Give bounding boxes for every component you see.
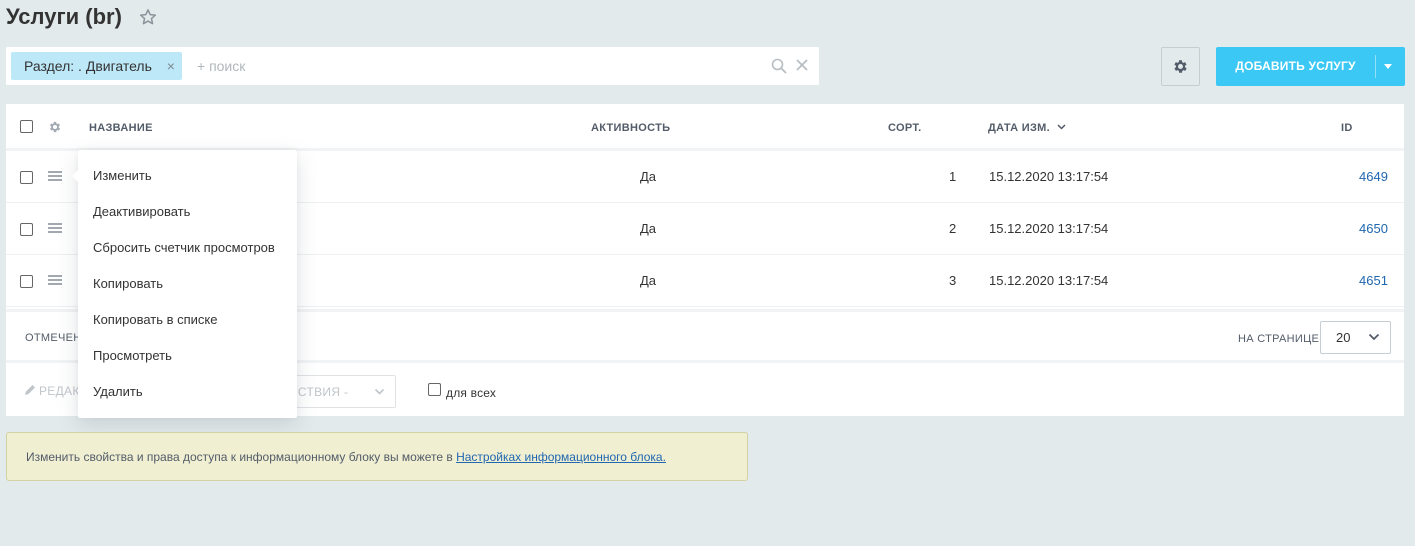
- info-text: Изменить свойства и права доступа к инфо…: [26, 450, 666, 464]
- settings-button[interactable]: [1161, 47, 1200, 86]
- menu-item-deactivate[interactable]: Деактивировать: [93, 204, 190, 219]
- per-page-value: 20: [1336, 330, 1351, 345]
- menu-item-copy-in-list[interactable]: Копировать в списке: [93, 312, 218, 327]
- menu-item-copy[interactable]: Копировать: [93, 276, 163, 291]
- cell-date: 15.12.2020 13:17:54: [989, 169, 1109, 184]
- search-icon[interactable]: [771, 58, 787, 74]
- cell-active: Да: [640, 273, 657, 288]
- row-menu-icon[interactable]: [48, 171, 62, 181]
- cell-date: 15.12.2020 13:17:54: [989, 221, 1109, 236]
- page-title: Услуги (br): [6, 4, 122, 29]
- caret-down-icon[interactable]: [1384, 64, 1392, 69]
- menu-pointer: [72, 170, 78, 182]
- cell-sort: 2: [949, 221, 957, 236]
- add-service-label: ДОБАВИТЬ УСЛУГУ: [1235, 59, 1356, 73]
- edit-action[interactable]: РЕДАК: [24, 384, 80, 398]
- infoblock-settings-link[interactable]: Настройках информационного блока.: [456, 450, 666, 464]
- row-checkbox[interactable]: [20, 275, 33, 288]
- column-header-date[interactable]: ДАТА ИЗМ.: [988, 122, 1066, 134]
- filter-chip[interactable]: Раздел: . Двигатель ×: [11, 52, 182, 80]
- cell-sort: 1: [949, 169, 957, 184]
- grid-header: НАЗВАНИЕ АКТИВНОСТЬ СОРТ. ДАТА ИЗМ. ID: [6, 104, 1404, 151]
- actions-select-value: ЙСТВИЯ -: [289, 385, 349, 399]
- menu-item-edit[interactable]: Изменить: [93, 168, 152, 183]
- info-box: Изменить свойства и права доступа к инфо…: [6, 432, 748, 481]
- column-header-date-label: ДАТА ИЗМ.: [988, 122, 1050, 134]
- add-service-button[interactable]: ДОБАВИТЬ УСЛУГУ: [1216, 47, 1405, 86]
- chip-remove-icon[interactable]: ×: [164, 52, 178, 80]
- cell-sort: 3: [949, 273, 957, 288]
- column-header-name[interactable]: НАЗВАНИЕ: [89, 122, 153, 134]
- star-icon[interactable]: [139, 8, 157, 26]
- for-all-label: для всех: [446, 386, 497, 400]
- sort-desc-icon: [1057, 124, 1066, 130]
- column-header-id[interactable]: ID: [1341, 122, 1353, 134]
- column-settings-gear-icon[interactable]: [48, 120, 62, 134]
- select-all-checkbox[interactable]: [20, 120, 33, 133]
- cell-active: Да: [640, 169, 657, 184]
- row-menu-icon[interactable]: [48, 223, 62, 233]
- per-page-label: НА СТРАНИЦЕ:: [1238, 333, 1323, 345]
- cell-id-link[interactable]: 4650: [1359, 221, 1388, 236]
- chevron-down-icon: [1368, 333, 1380, 341]
- row-menu-icon[interactable]: [48, 275, 62, 285]
- row-checkbox[interactable]: [20, 171, 33, 184]
- cell-id-link[interactable]: 4651: [1359, 273, 1388, 288]
- column-header-active[interactable]: АКТИВНОСТЬ: [591, 122, 670, 134]
- gear-icon: [1174, 60, 1187, 73]
- info-message: Изменить свойства и права доступа к инфо…: [26, 450, 457, 464]
- menu-item-view[interactable]: Просмотреть: [93, 348, 172, 363]
- row-context-menu: Изменить Деактивировать Сбросить счетчик…: [72, 150, 297, 418]
- per-page-select[interactable]: 20: [1320, 321, 1391, 354]
- chevron-down-icon: [374, 388, 385, 395]
- cell-id-link[interactable]: 4649: [1359, 169, 1388, 184]
- column-header-sort[interactable]: СОРТ.: [888, 122, 921, 134]
- clear-icon[interactable]: [795, 58, 809, 72]
- edit-action-label: РЕДАК: [39, 384, 80, 398]
- for-all-checkbox[interactable]: [428, 383, 441, 396]
- filter-bar[interactable]: Раздел: . Двигатель ×: [6, 47, 819, 85]
- selected-count-label: ОТМЕЧЕН: [25, 332, 82, 344]
- button-divider: [1375, 55, 1376, 78]
- filter-chip-label: Раздел: . Двигатель: [24, 58, 152, 74]
- search-input[interactable]: [197, 56, 757, 76]
- menu-item-reset-views[interactable]: Сбросить счетчик просмотров: [93, 240, 275, 255]
- cell-active: Да: [640, 221, 657, 236]
- cell-date: 15.12.2020 13:17:54: [989, 273, 1109, 288]
- pencil-icon: [25, 385, 35, 395]
- menu-item-delete[interactable]: Удалить: [93, 384, 143, 399]
- row-checkbox[interactable]: [20, 223, 33, 236]
